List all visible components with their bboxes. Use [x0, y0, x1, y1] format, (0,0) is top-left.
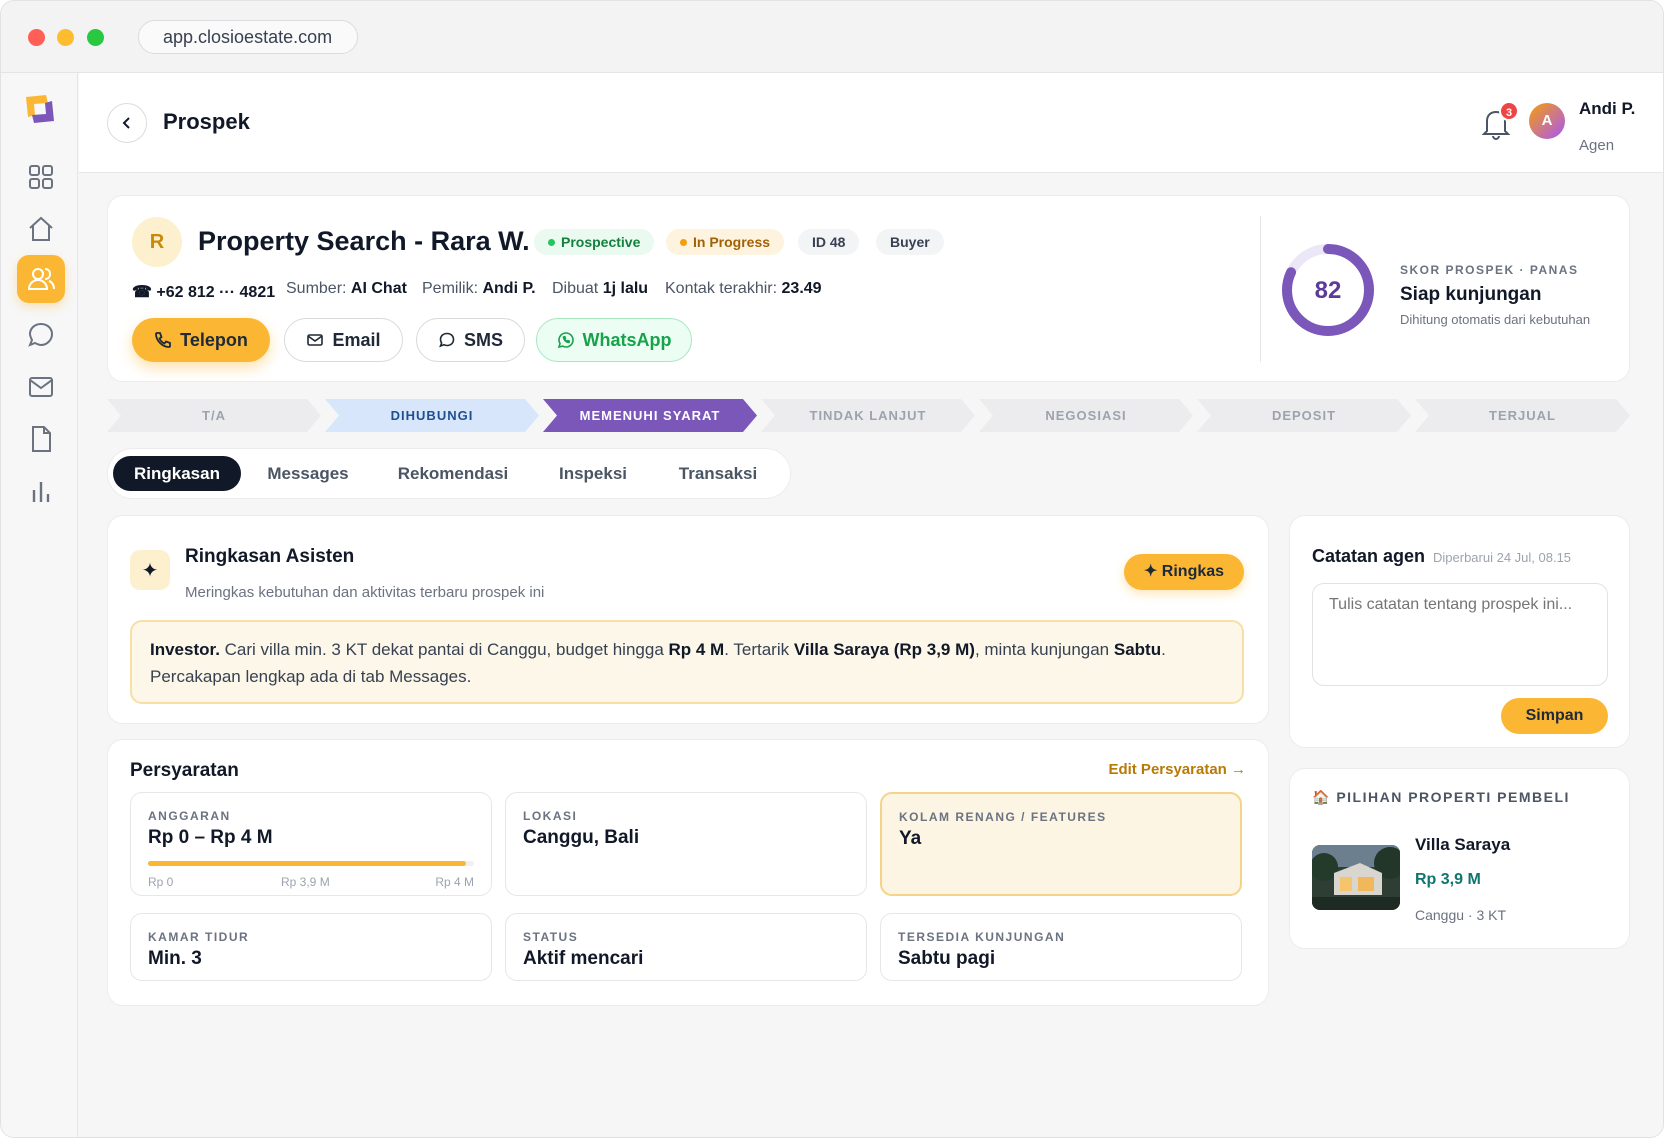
save-notes-button[interactable]: Simpan: [1501, 698, 1608, 734]
phone-icon: [155, 332, 172, 348]
sidebar-item-chat[interactable]: [17, 311, 65, 359]
requirements-title: Persyaratan: [130, 760, 239, 781]
whatsapp-icon: [557, 332, 574, 349]
property-thumbnail[interactable]: [1312, 845, 1400, 910]
buyer-properties-card: 🏠 PILIHAN PROPERTI PEMBELI Villa Saraya …: [1289, 768, 1630, 949]
call-button[interactable]: Telepon: [132, 318, 270, 362]
stage-deposit[interactable]: DEPOSIT: [1197, 399, 1411, 432]
pipeline-stages: T/A DIHUBUNGI MEMENUHI SYARAT TINDAK LAN…: [107, 399, 1630, 432]
progress-badge: In Progress: [666, 229, 785, 255]
summary-title: Ringkasan Asisten: [185, 546, 355, 567]
sidebar-item-dashboard[interactable]: [17, 153, 65, 201]
property-name[interactable]: Villa Saraya: [1415, 835, 1510, 855]
stage-terjual[interactable]: TERJUAL: [1415, 399, 1630, 432]
home-icon: [29, 216, 53, 241]
page-title: Prospek: [163, 109, 250, 134]
chat-icon: [439, 332, 455, 348]
app-logo[interactable]: [20, 91, 60, 127]
tab-bar: Ringkasan Messages Rekomendasi Inspeksi …: [107, 448, 791, 499]
summary-subtitle: Meringkas kebutuhan dan aktivitas terbar…: [185, 584, 545, 601]
summarize-button[interactable]: ✦ Ringkas: [1124, 554, 1244, 590]
lead-header-card: R Property Search - Rara W. Prospective …: [107, 195, 1630, 382]
tab-transaksi[interactable]: Transaksi: [658, 456, 778, 491]
document-icon: [32, 426, 51, 452]
sparkle-icon: ✦: [130, 550, 170, 590]
edit-requirements-link[interactable]: Edit Persyaratan →: [1108, 761, 1246, 778]
mail-icon: [307, 334, 324, 346]
minimize-window-button[interactable]: [57, 29, 74, 46]
score-label: SKOR PROSPEK · PANAS: [1400, 263, 1579, 277]
agent-notes-card: Catatan agen Diperbarui 24 Jul, 08.15 Si…: [1289, 515, 1630, 748]
requirement-status: STATUS Aktif mencari: [505, 913, 867, 981]
sidebar-item-mail[interactable]: [17, 363, 65, 411]
requirement-location: LOKASI Canggu, Bali: [505, 792, 867, 896]
lead-title: Property Search - Rara W.: [198, 226, 530, 256]
status-badge: Prospective: [534, 229, 655, 255]
lead-created: Dibuat 1j lalu: [552, 280, 649, 297]
mail-icon: [29, 377, 53, 397]
tab-messages[interactable]: Messages: [248, 456, 368, 491]
chevron-left-icon: [122, 117, 130, 129]
stage-dihubungi[interactable]: DIHUBUNGI: [325, 399, 539, 432]
notes-title: Catatan agen: [1312, 546, 1426, 566]
requirement-visit: TERSEDIA KUNJUNGAN Sabtu pagi: [880, 913, 1242, 981]
score-ring: 82: [1282, 244, 1374, 336]
requirement-bedrooms: KAMAR TIDUR Min. 3: [130, 913, 492, 981]
property-price: Rp 3,9 M: [1415, 871, 1481, 888]
tab-inspeksi[interactable]: Inspeksi: [538, 456, 648, 491]
browser-titlebar: app.closioestate.com: [1, 1, 1663, 73]
tab-rekomendasi[interactable]: Rekomendasi: [378, 456, 528, 491]
stage-memenuhi-syarat[interactable]: MEMENUHI SYARAT: [543, 399, 757, 432]
bar-chart-icon: [32, 482, 50, 502]
requirement-budget: ANGGARAN Rp 0 – Rp 4 M Rp 0 Rp 3,9 M Rp …: [130, 792, 492, 896]
budget-bar: [148, 861, 474, 866]
score-value: 82: [1315, 277, 1342, 304]
maximize-window-button[interactable]: [87, 29, 104, 46]
stage-negosiasi[interactable]: NEGOSIASI: [979, 399, 1193, 432]
assistant-summary-card: ✦ Ringkasan Asisten Meringkas kebutuhan …: [107, 515, 1269, 724]
whatsapp-button[interactable]: WhatsApp: [536, 318, 692, 362]
sidebar-item-properties[interactable]: [17, 205, 65, 253]
property-meta: Canggu · 3 KT: [1415, 907, 1507, 923]
user-role: Agen: [1579, 137, 1615, 154]
email-button[interactable]: Email: [284, 318, 403, 362]
sidebar-item-reports[interactable]: [17, 467, 65, 515]
requirement-features: KOLAM RENANG / FEATURES Ya: [880, 792, 1242, 896]
page-header: Prospek 3 A Andi P. Agen: [79, 73, 1663, 173]
score-subtitle: Dihitung otomatis dari kebutuhan: [1400, 312, 1591, 327]
back-button[interactable]: [107, 103, 147, 143]
notes-input[interactable]: [1312, 583, 1608, 686]
sidebar-item-documents[interactable]: [17, 415, 65, 463]
lead-source: Sumber: AI Chat: [286, 280, 407, 297]
sidebar-item-prospects[interactable]: [17, 255, 65, 303]
lead-avatar: R: [132, 217, 182, 267]
user-name: Andi P.: [1579, 99, 1636, 118]
users-icon: [27, 268, 55, 290]
sidebar: [1, 73, 78, 1137]
tab-ringkasan[interactable]: Ringkasan: [113, 456, 241, 491]
lead-phone: ☎ +62 812 ··· 4821: [132, 284, 276, 301]
grid-icon: [29, 165, 53, 189]
stage-tindak-lanjut[interactable]: TINDAK LANJUT: [761, 399, 975, 432]
id-badge: ID 48: [798, 229, 860, 255]
browser-window: app.closioestate.com Prospek 3 A Andi P.…: [0, 0, 1664, 1138]
notification-badge: 3: [1499, 101, 1519, 121]
requirements-card: Persyaratan Edit Persyaratan → ANGGARAN …: [107, 739, 1269, 1006]
lead-last-contact: Kontak terakhir: 23.49: [665, 280, 822, 297]
close-window-button[interactable]: [28, 29, 45, 46]
chat-icon: [28, 322, 54, 347]
lead-owner: Pemilik: Andi P.: [422, 280, 536, 297]
stage-ta[interactable]: T/A: [107, 399, 321, 432]
summary-text: Investor. Cari villa min. 3 KT dekat pan…: [130, 620, 1244, 704]
url-bar[interactable]: app.closioestate.com: [138, 20, 358, 54]
role-badge: Buyer: [876, 229, 944, 255]
score-headline: Siap kunjungan: [1400, 284, 1542, 305]
divider: [1260, 216, 1261, 362]
sms-button[interactable]: SMS: [416, 318, 525, 362]
user-avatar[interactable]: A: [1529, 103, 1565, 139]
notes-updated: Diperbarui 24 Jul, 08.15: [1433, 550, 1572, 565]
properties-title: 🏠 PILIHAN PROPERTI PEMBELI: [1312, 789, 1570, 805]
